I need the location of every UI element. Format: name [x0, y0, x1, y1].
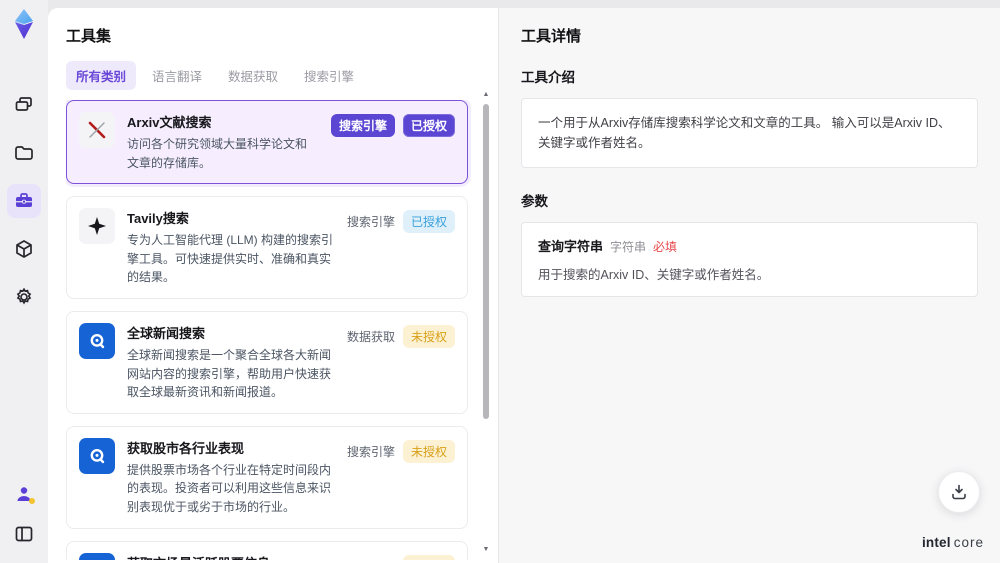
page-title: 工具集: [66, 28, 112, 45]
tab-all-categories[interactable]: 所有类别: [66, 61, 137, 90]
tool-name: Arxiv文献搜索: [127, 115, 212, 130]
left-rail: [0, 0, 48, 563]
tab-search-engine[interactable]: 搜索引擎: [294, 61, 364, 90]
sidebar-item-toolset[interactable]: [7, 184, 41, 218]
tool-description: 提供股票市场各个行业在特定时间段内的表现。投资者可以利用这些信息来识别表现优于或…: [127, 462, 332, 514]
tool-card[interactable]: 获取市场最活跃股票信息提供当天交易量最高的股票列表。投资者可以利用这些信息来识别…: [66, 540, 468, 561]
status-badge: 未授权: [402, 324, 455, 348]
category-tag: 数据获取: [346, 329, 395, 344]
sidebar-item-account[interactable]: [7, 477, 41, 511]
brand-secondary: core: [953, 535, 984, 550]
star-icon: [79, 208, 115, 245]
tool-name: 获取市场最活跃股票信息: [127, 553, 335, 560]
parameter-card: 查询字符串 字符串 必填 用于搜索的Arxiv ID、关键字或作者姓名。: [521, 222, 978, 297]
toolbox-icon: [13, 190, 35, 212]
tool-list: Arxiv文献搜索 访问各个研究领域大量科学论文和文章的存储库。 搜索引擎 已授权 Ta…: [66, 100, 498, 560]
tool-card[interactable]: 全球新闻搜索全球新闻搜索是一个聚合全球各大新闻网站内容的搜索引擎，帮助用户快速获…: [66, 310, 468, 414]
scroll-down-arrow[interactable]: ▼: [481, 545, 491, 555]
toolset-panel: 工具集 所有类别 语言翻译 数据获取 搜索引擎 Arxiv文献搜索访问各个研究领…: [48, 8, 498, 563]
param-name: 查询字符串: [538, 239, 604, 254]
intel-core-logo: intel core: [922, 535, 984, 550]
status-badge: 未授权: [402, 554, 455, 560]
tool-description: 专为人工智能代理 (LLM) 构建的搜索引擎工具。可快速提供实时、准确和真实的结…: [127, 233, 334, 285]
tool-card[interactable]: Tavily搜索专为人工智能代理 (LLM) 构建的搜索引擎工具。可快速提供实时…: [66, 196, 468, 299]
status-badge: 已授权: [402, 210, 455, 234]
tab-data-acquisition[interactable]: 数据获取: [218, 61, 288, 90]
tool-description: 访问各个研究领域大量科学论文和文章的存储库。: [127, 137, 308, 170]
tool-card[interactable]: 获取股市各行业表现提供股票市场各个行业在特定时间段内的表现。投资者可以利用这些信…: [66, 425, 468, 529]
sidebar-item-chat[interactable]: [7, 88, 41, 122]
gear-icon: [13, 286, 35, 308]
folder-icon: [13, 142, 35, 164]
search-q-icon: [79, 322, 115, 359]
param-description: 用于搜索的Arxiv ID、关键字或作者姓名。: [538, 268, 770, 282]
status-badge: 未授权: [402, 439, 455, 463]
cube-icon: [13, 238, 35, 260]
param-type: 字符串: [610, 240, 647, 254]
download-icon: [949, 482, 969, 502]
scroll-up-arrow[interactable]: ▲: [481, 90, 491, 100]
notification-dot: [29, 498, 35, 504]
tool-name: 全球新闻搜索: [127, 325, 206, 341]
tool-name: 获取股市各行业表现: [127, 440, 245, 456]
category-tag: 搜索引擎: [346, 444, 395, 459]
tab-language-translation[interactable]: 语言翻译: [142, 61, 212, 90]
params-heading: 参数: [521, 194, 548, 209]
scrollbar-thumb[interactable]: [483, 104, 489, 419]
download-button[interactable]: [938, 471, 980, 513]
tool-card[interactable]: Arxiv文献搜索访问各个研究领域大量科学论文和文章的存储库。 搜索引擎 已授权: [66, 100, 468, 185]
category-tabs: 所有类别 语言翻译 数据获取 搜索引擎: [66, 61, 498, 90]
search-q-icon: [79, 437, 115, 474]
tool-description: 全球新闻搜索是一个聚合全球各大新闻网站内容的搜索引擎，帮助用户快速获取全球最新资…: [127, 347, 332, 400]
chat-icon: [13, 94, 35, 116]
intro-heading: 工具介绍: [521, 70, 575, 85]
brand-primary: intel: [921, 535, 951, 550]
sidebar-collapse-button[interactable]: [7, 517, 41, 551]
scrollbar: ▲ ▼: [481, 90, 491, 555]
arxiv-icon: [79, 112, 115, 148]
param-required-badge: 必填: [653, 240, 678, 254]
sidebar-item-files[interactable]: [7, 136, 41, 170]
search-q-icon: [79, 552, 115, 560]
tool-intro-text: 一个用于从Arxiv存储库搜索科学论文和文章的工具。 输入可以是Arxiv ID…: [521, 98, 978, 168]
sidebar-item-models[interactable]: [7, 232, 41, 266]
tool-name: Tavily搜索: [127, 211, 189, 227]
category-tag: 搜索引擎: [346, 215, 395, 230]
main-content: 工具集 所有类别 语言翻译 数据获取 搜索引擎 Arxiv文献搜索访问各个研究领…: [48, 8, 1000, 563]
category-tag: 搜索引擎: [330, 114, 395, 137]
tool-details-panel: 工具详情 工具介绍 一个用于从Arxiv存储库搜索科学论文和文章的工具。 输入可…: [498, 8, 1000, 563]
status-badge: 已授权: [402, 114, 455, 137]
app-logo[interactable]: [9, 8, 39, 40]
category-tag: 搜索引擎: [347, 555, 395, 561]
panel-toggle-icon: [13, 523, 35, 545]
sidebar-item-settings[interactable]: [7, 280, 41, 314]
details-title: 工具详情: [521, 28, 582, 45]
